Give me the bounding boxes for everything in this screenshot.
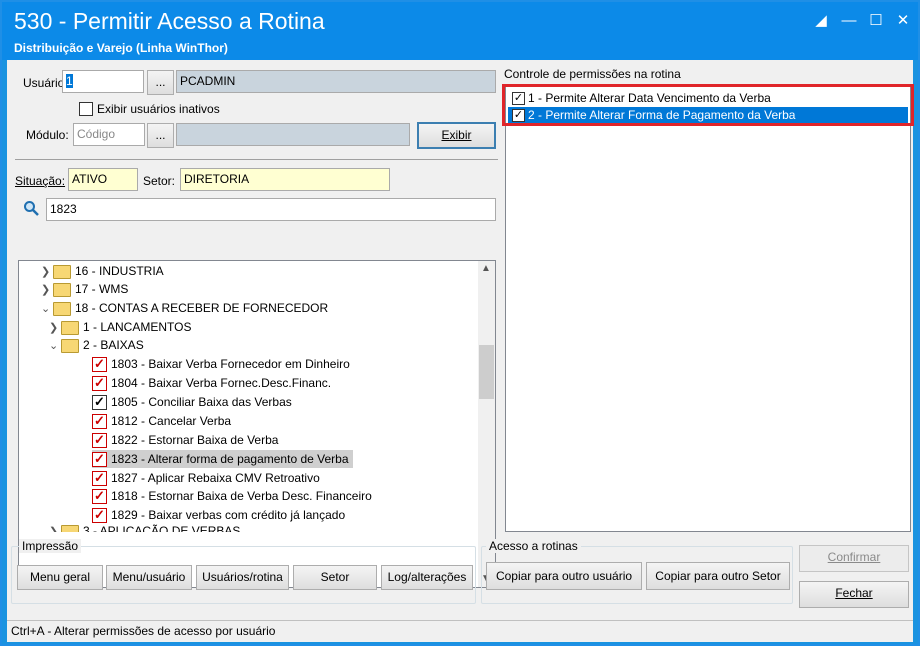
tree-node[interactable]: ❯ 1 - LANCAMENTOS (49, 318, 191, 336)
main-window: 530 - Permitir Acesso a Rotina Distribui… (0, 0, 920, 646)
folder-icon (61, 524, 79, 532)
tree-leaf[interactable]: ✓ 1803 - Baixar Verba Fornecedor em Dinhe… (92, 355, 350, 373)
user-label: Usuário: (23, 76, 68, 90)
tree-node[interactable]: ❯ 16 - INDUSTRIA (41, 262, 164, 280)
chevron-right-icon[interactable]: ❯ (41, 281, 53, 299)
checkbox-checked-icon[interactable]: ✓ (92, 414, 107, 430)
situacao-field: ATIVO (68, 168, 138, 191)
copy-to-setor-button[interactable]: Copiar para outro Setor (646, 562, 790, 590)
menu-usuario-button[interactable]: Menu/usuário (106, 565, 192, 590)
checkbox-checked-icon[interactable]: ✓ (92, 471, 107, 487)
close-action-button[interactable]: Fechar (799, 581, 909, 608)
usuarios-rotina-button[interactable]: Usuários/rotina (196, 565, 289, 590)
tree-leaf[interactable]: ✓ 1805 - Conciliar Baixa das Verbas (92, 393, 292, 411)
window-subtitle: Distribuição e Varejo (Linha WinThor) (14, 41, 228, 55)
restore-icon[interactable]: ◢ (808, 10, 834, 32)
tree-leaf[interactable]: ✓ 1804 - Baixar Verba Fornec.Desc.Financ. (92, 374, 331, 392)
tree-node-label: 3 - APLICAÇÃO DE VERBAS (83, 524, 241, 532)
user-code-field[interactable]: 1 (62, 70, 144, 93)
tree-leaf[interactable]: ✓ 1827 - Aplicar Rebaixa CMV Retroativo (92, 469, 320, 487)
tree-leaf-label: 1803 - Baixar Verba Fornecedor em Dinhei… (111, 357, 350, 371)
chevron-down-icon[interactable]: ⌄ (49, 337, 61, 355)
permissions-heading: Controle de permissões na rotina (504, 67, 681, 81)
tree-node-label: 16 - INDUSTRIA (75, 264, 164, 278)
search-input[interactable]: 1823 (46, 198, 496, 221)
chevron-down-icon[interactable]: ⌄ (41, 300, 53, 318)
setor-button[interactable]: Setor (293, 565, 377, 590)
module-name-field (176, 123, 410, 146)
close-button[interactable]: ✕ (890, 10, 916, 32)
tree-leaf-label: 1804 - Baixar Verba Fornec.Desc.Financ. (111, 376, 332, 390)
tree-node-label: 18 - CONTAS A RECEBER DE FORNECEDOR (75, 301, 329, 315)
checkbox-checked-icon[interactable]: ✓ (92, 508, 107, 524)
tree-node[interactable]: ⌄ 2 - BAIXAS (49, 336, 144, 354)
checkbox-checked-icon[interactable]: ✓ (92, 357, 107, 373)
tree-leaf-label: 1827 - Aplicar Rebaixa CMV Retroativo (111, 471, 320, 485)
tree-node-label: 1 - LANCAMENTOS (83, 320, 192, 334)
module-label: Módulo: (26, 128, 69, 142)
show-inactive-label: Exibir usuários inativos (97, 102, 220, 116)
folder-icon (53, 301, 71, 316)
search-icon (23, 200, 39, 216)
checkbox-checked-icon[interactable]: ✓ (92, 433, 107, 449)
window-title: 530 - Permitir Acesso a Rotina (14, 8, 325, 34)
tree-node[interactable]: ⌄ 18 - CONTAS A RECEBER DE FORNECEDOR (41, 299, 328, 317)
tree-leaf-label: 1818 - Estornar Baixa de Verba Desc. Fin… (111, 489, 372, 503)
module-lookup-button[interactable]: ... (147, 123, 174, 148)
highlight-box (502, 84, 914, 126)
tree-leaf-label: 1822 - Estornar Baixa de Verba (111, 433, 279, 447)
folder-icon (61, 338, 79, 353)
tree-leaf-label: 1823 - Alterar forma de pagamento de Ver… (111, 452, 349, 466)
client-area: Usuário: 1 ... PCADMIN Exibir usuários i… (7, 60, 914, 642)
checkbox-checked-icon[interactable]: ✓ (92, 376, 107, 392)
user-name-field: PCADMIN (176, 70, 496, 93)
tree-leaf[interactable]: ✓ 1812 - Cancelar Verba (92, 412, 231, 430)
module-code-field[interactable]: Código (73, 123, 145, 146)
log-alteracoes-button[interactable]: Log/alterações (381, 565, 473, 590)
tree-node[interactable]: ❯ 3 - APLICAÇÃO DE VERBAS (49, 524, 240, 532)
tree-leaf-selected[interactable]: ✓ 1823 - Alterar forma de pagamento de Ve… (92, 450, 353, 468)
tree-leaf-label: 1812 - Cancelar Verba (111, 414, 232, 428)
checkbox-checked-icon[interactable]: ✓ (92, 395, 107, 411)
title-bar: 530 - Permitir Acesso a Rotina Distribui… (2, 2, 918, 60)
checkbox-checked-icon[interactable]: ✓ (92, 489, 107, 505)
status-bar: Ctrl+A - Alterar permissões de acesso po… (7, 620, 913, 642)
situacao-label: Situação: (15, 174, 66, 188)
tree-node-label: 2 - BAIXAS (83, 338, 144, 352)
tree-leaf[interactable]: ✓ 1822 - Estornar Baixa de Verba (92, 431, 278, 449)
permissions-list: ✓ 1 - Permite Alterar Data Vencimento da … (502, 84, 914, 532)
tree-leaf-label: 1805 - Conciliar Baixa das Verbas (111, 395, 292, 409)
tree-node[interactable]: ❯ 17 - WMS (41, 280, 128, 298)
folder-icon (53, 282, 71, 297)
acesso-heading: Acesso a rotinas (486, 539, 581, 553)
chevron-right-icon[interactable]: ❯ (49, 319, 61, 337)
maximize-button[interactable]: ☐ (863, 10, 889, 32)
scrollbar-thumb[interactable] (479, 345, 494, 399)
chevron-right-icon[interactable]: ❯ (41, 263, 53, 281)
routine-tree: ❯ 16 - INDUSTRIA ❯ 17 - WMS ⌄ 18 - CONTAS A… (18, 260, 496, 588)
folder-icon (53, 264, 71, 279)
menu-geral-button[interactable]: Menu geral (17, 565, 103, 590)
tree-node-label: 17 - WMS (75, 282, 129, 296)
copy-to-user-button[interactable]: Copiar para outro usuário (486, 562, 642, 590)
impressao-heading: Impressão (19, 539, 82, 553)
checkbox-checked-icon[interactable]: ✓ (92, 452, 107, 468)
user-code-value: 1 (66, 74, 73, 88)
exibir-button[interactable]: Exibir (417, 122, 496, 149)
tree-leaf[interactable]: ✓ 1818 - Estornar Baixa de Verba Desc. Fi… (92, 487, 372, 505)
minimize-button[interactable]: — (836, 10, 862, 32)
user-lookup-button[interactable]: ... (147, 70, 174, 95)
chevron-right-icon[interactable]: ❯ (49, 525, 61, 532)
separator (15, 159, 498, 160)
setor-label: Setor: (143, 174, 176, 188)
folder-icon (61, 320, 79, 335)
tree-leaf-label: 1829 - Baixar verbas com crédito já lanç… (111, 508, 346, 522)
setor-field: DIRETORIA (180, 168, 390, 191)
confirm-button[interactable]: Confirmar (799, 545, 909, 572)
show-inactive-checkbox[interactable] (79, 102, 93, 116)
status-text: Ctrl+A - Alterar permissões de acesso po… (11, 624, 276, 638)
tree-leaf[interactable]: ✓ 1829 - Baixar verbas com crédito já lan… (92, 506, 345, 524)
scroll-up-icon[interactable]: ▲ (481, 263, 491, 274)
